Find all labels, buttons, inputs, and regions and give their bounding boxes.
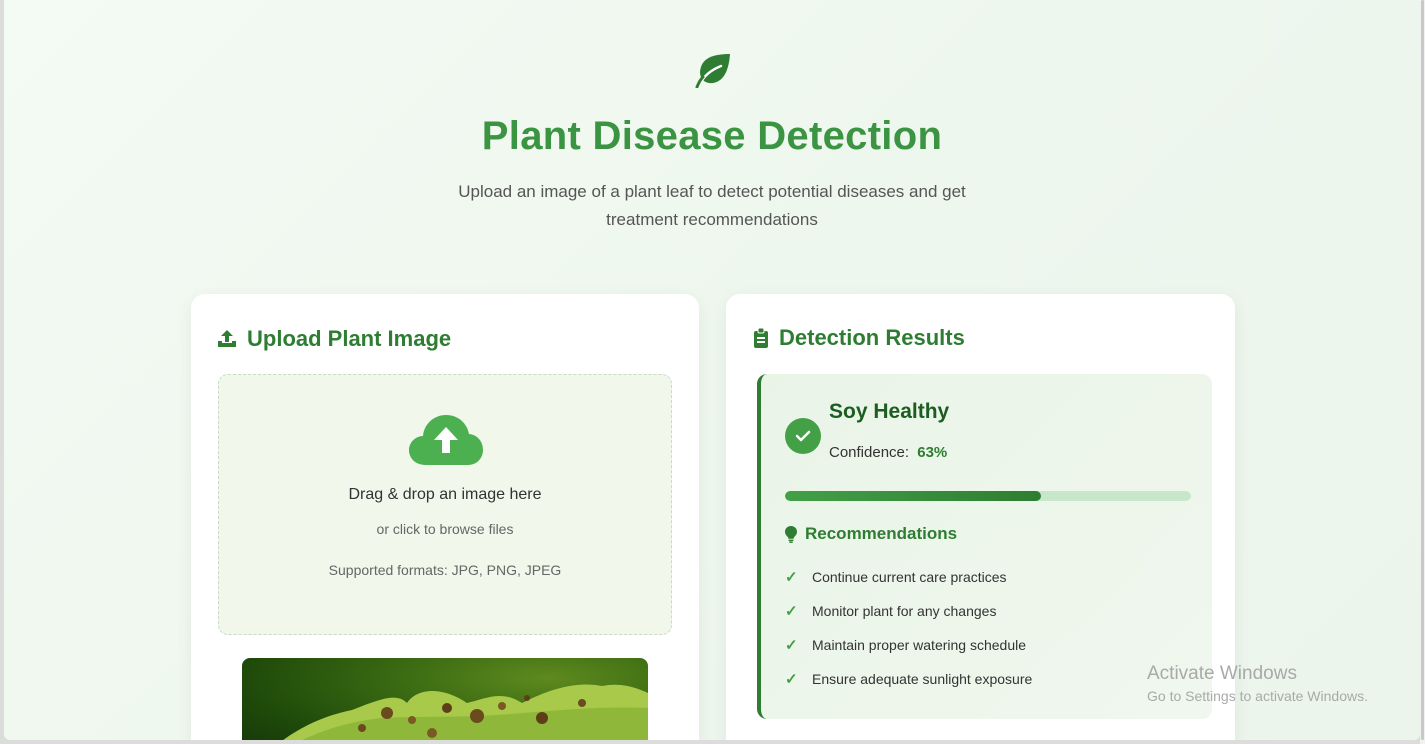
leaf-image: [283, 684, 648, 740]
upload-title-text: Upload Plant Image: [247, 326, 452, 351]
app-viewport: Plant Disease Detection Upload an image …: [4, 0, 1420, 740]
results-card-title: Detection Results: [753, 325, 965, 351]
supported-formats-text: Supported formats: JPG, PNG, JPEG: [328, 562, 562, 578]
recommendation-item: ✓ Continue current care practices: [785, 560, 1032, 594]
recommendation-text: Continue current care practices: [812, 569, 1007, 585]
image-dropzone[interactable]: Drag & drop an image here or click to br…: [218, 374, 672, 635]
confidence-bar: [785, 491, 1191, 501]
recommendation-item: ✓ Ensure adequate sunlight exposure: [785, 662, 1032, 696]
recommendation-text: Monitor plant for any changes: [812, 603, 997, 619]
recommendations-list: ✓ Continue current care practices ✓ Monitor…: [785, 560, 1032, 696]
recommendation-text: Maintain proper watering schedule: [812, 637, 1027, 653]
recommendation-item: ✓ Monitor plant for any changes: [785, 594, 1032, 628]
page-title: Plant Disease Detection: [481, 114, 943, 158]
upload-icon: [218, 330, 236, 347]
confidence-row: Confidence: 63%: [829, 444, 947, 461]
activate-windows-title: Activate Windows: [1147, 663, 1297, 684]
check-icon: ✓: [785, 671, 798, 688]
check-icon: ✓: [785, 569, 798, 586]
result-summary: Soy Healthy Confidence: 63% Recommendati…: [757, 374, 1212, 719]
dropzone-main-text: Drag & drop an image here: [348, 486, 542, 503]
confidence-value: 63%: [917, 444, 948, 461]
page-subtitle: Upload an image of a plant leaf to detec…: [458, 182, 966, 229]
scrollbar-thumb[interactable]: [1421, 0, 1424, 740]
recommendations-heading: Recommendations: [785, 524, 957, 544]
vertical-scrollbar[interactable]: [1420, 0, 1425, 744]
lightbulb-icon: [785, 525, 797, 543]
upload-card: Upload Plant Image Drag & drop an image …: [191, 294, 699, 740]
activate-windows-watermark: Activate Windows Go to Settings to activ…: [1147, 662, 1368, 706]
confidence-bar-fill: [785, 491, 1041, 501]
recommendation-text: Ensure adequate sunlight exposure: [812, 671, 1033, 687]
leaf-icon: [695, 54, 730, 88]
check-icon: ✓: [785, 603, 798, 620]
check-circle-icon: [785, 418, 821, 454]
recommendations-title: Recommendations: [805, 524, 958, 543]
cloud-upload-icon: [409, 415, 483, 465]
uploaded-leaf-preview: [242, 658, 648, 740]
activate-windows-subtitle: Go to Settings to activate Windows.: [1147, 688, 1368, 704]
confidence-label: Confidence:: [829, 444, 910, 461]
recommendation-item: ✓ Maintain proper watering schedule: [785, 628, 1032, 662]
dropzone-browse-text[interactable]: or click to browse files: [219, 521, 671, 537]
detected-condition: Soy Healthy: [829, 400, 950, 423]
upload-card-title: Upload Plant Image: [217, 326, 451, 352]
check-icon: ✓: [785, 637, 798, 654]
results-title-text: Detection Results: [779, 325, 965, 350]
clipboard-icon: [754, 328, 768, 348]
